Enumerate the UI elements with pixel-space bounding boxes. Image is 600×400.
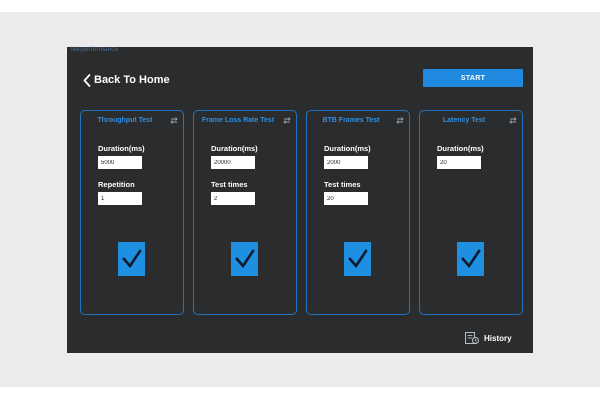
swap-icon[interactable] [509,117,517,124]
check-icon [234,249,255,269]
card-title: Frame Loss Rate Test [201,117,275,124]
swap-icon[interactable] [170,117,178,124]
test-times-input[interactable] [324,192,368,205]
app-window: Netperformance Back To Home START Throug… [67,47,533,353]
card-title: Throughput Test [97,117,153,124]
enable-checkbox[interactable] [457,242,484,276]
repetition-input[interactable] [98,192,142,205]
field-label-duration: Duration(ms) [211,144,258,153]
card-title: Latency Test [442,117,486,124]
history-button[interactable]: History [465,332,512,344]
field-label-test-times: Test times [211,180,248,189]
check-icon [347,249,368,269]
field-label-repetition: Repetition [98,180,135,189]
duration-input[interactable] [437,156,481,169]
duration-input[interactable] [324,156,368,169]
enable-checkbox[interactable] [118,242,145,276]
card-latency-test: Latency Test Duration(ms) [419,110,523,315]
card-frame-loss-rate-test: Frame Loss Rate Test Duration(ms) Test t… [193,110,297,315]
start-button[interactable]: START [423,69,523,87]
back-to-home-button[interactable]: Back To Home [83,72,170,88]
chevron-left-icon [83,73,91,87]
swap-icon[interactable] [396,117,404,124]
card-btb-frames-test: BTB Frames Test Duration(ms) Test times [306,110,410,315]
test-times-input[interactable] [211,192,255,205]
enable-checkbox[interactable] [231,242,258,276]
history-icon [465,332,479,344]
field-label-duration: Duration(ms) [324,144,371,153]
back-to-home-label: Back To Home [94,74,170,86]
card-throughput-test: Throughput Test Duration(ms) Repetition [80,110,184,315]
card-title: BTB Frames Test [322,117,380,124]
swap-icon[interactable] [283,117,291,124]
field-label-duration: Duration(ms) [98,144,145,153]
field-label-duration: Duration(ms) [437,144,484,153]
check-icon [460,249,481,269]
check-icon [121,249,142,269]
app-label: Netperformance [71,47,119,53]
enable-checkbox[interactable] [344,242,371,276]
duration-input[interactable] [211,156,255,169]
history-label: History [484,333,512,343]
field-label-test-times: Test times [324,180,361,189]
duration-input[interactable] [98,156,142,169]
